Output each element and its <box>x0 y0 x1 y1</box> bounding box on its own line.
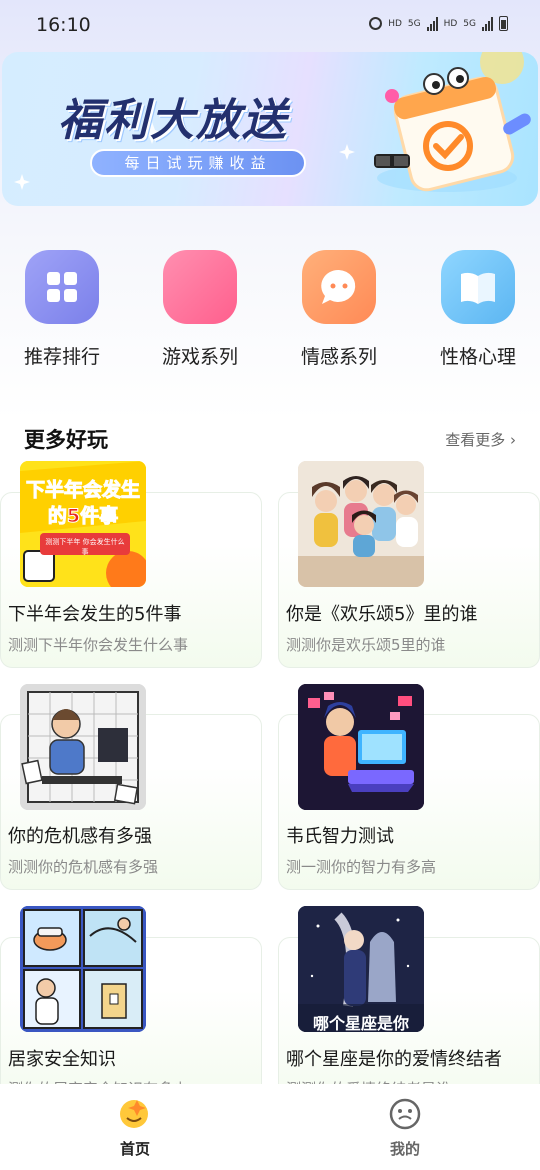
calendar-mascot-icon <box>374 67 531 192</box>
alarm-icon <box>369 17 383 30</box>
gamepad-icon <box>163 250 237 324</box>
gamer-at-computer-illustration <box>298 684 424 810</box>
status-time: 16:10 <box>36 14 91 36</box>
category-label: 推荐排行 <box>23 346 100 368</box>
bottom-navigation: 首页 我的 <box>0 1084 540 1170</box>
card-title: 你的危机感有多强 <box>8 826 152 847</box>
network-label-2: HD <box>443 18 458 29</box>
stressed-worker-illustration <box>20 684 146 810</box>
chevron-right-icon: › <box>510 431 516 449</box>
home-safety-illustration <box>20 906 146 1032</box>
view-more-link[interactable]: 查看更多 › <box>445 429 516 450</box>
card-title: 你是《欢乐颂5》里的谁 <box>286 604 478 625</box>
category-grid: 推荐排行 游戏系列 情感系列 性格心理 <box>0 250 540 380</box>
category-emotion[interactable]: 情感系列 <box>284 250 394 369</box>
signal-icon <box>426 16 438 31</box>
card-desc: 测一测你的智力有多高 <box>286 858 437 876</box>
network-type-1: 5G <box>407 18 421 29</box>
card-desc: 测测你的危机感有多强 <box>8 858 159 876</box>
book-icon <box>441 250 515 324</box>
card-title: 居家安全知识 <box>8 1049 116 1070</box>
card-desc: 测测你是欢乐颂5里的谁 <box>286 636 446 654</box>
section-title: 更多好玩 <box>24 428 108 452</box>
category-label: 性格心理 <box>439 346 516 368</box>
grid-icon <box>25 250 99 324</box>
network-type-2: 5G <box>463 18 476 29</box>
card-thumbnail <box>298 684 424 810</box>
thumb-subtitle: 测测下半年 你会发生什么事 <box>45 538 125 556</box>
nav-home[interactable]: 首页 <box>95 1098 175 1159</box>
thumb-title: 哪个星座是你 <box>312 1014 409 1032</box>
category-ranking[interactable]: 推荐排行 <box>7 250 117 369</box>
card-thumbnail: 下半年会发生的5件事 测测下半年 你会发生什么事 <box>20 461 146 587</box>
network-label-1: HD <box>388 18 402 29</box>
category-games[interactable]: 游戏系列 <box>145 250 255 369</box>
category-label: 情感系列 <box>300 346 377 368</box>
nav-mine[interactable]: 我的 <box>365 1098 445 1159</box>
thumb-title: 下半年会发生的5件事 <box>25 479 140 528</box>
category-label: 游戏系列 <box>161 346 238 368</box>
card-title: 下半年会发生的5件事 <box>8 604 182 625</box>
banner-subtitle: 每日试玩赚收益 <box>90 149 306 177</box>
card-thumbnail <box>20 684 146 810</box>
profile-face-icon <box>389 1098 421 1130</box>
promo-banner[interactable]: 福利大放送 每日试玩赚收益 <box>2 52 538 206</box>
card-thumbnail: 哪个星座是你 <box>298 906 424 1032</box>
group-of-friends-illustration <box>298 461 424 587</box>
status-bar: 16:10 HD 5G HD 5G <box>0 0 540 52</box>
nav-home-label: 首页 <box>119 1140 150 1158</box>
category-personality[interactable]: 性格心理 <box>423 250 533 369</box>
card-desc: 测测下半年你会发生什么事 <box>8 636 189 654</box>
chat-bubble-icon <box>302 250 376 324</box>
nav-mine-label: 我的 <box>389 1140 420 1158</box>
home-smile-icon <box>119 1098 151 1130</box>
card-title: 韦氏智力测试 <box>286 826 394 847</box>
card-thumbnail <box>298 461 424 587</box>
signal-icon-2 <box>482 16 493 31</box>
battery-icon <box>499 16 508 31</box>
card-title: 哪个星座是你的爱情终结者 <box>286 1049 502 1070</box>
view-more-label: 查看更多 <box>445 431 506 449</box>
card-thumbnail <box>20 906 146 1032</box>
status-icons: HD 5G HD 5G <box>369 16 508 31</box>
banner-title: 福利大放送 <box>58 95 288 146</box>
